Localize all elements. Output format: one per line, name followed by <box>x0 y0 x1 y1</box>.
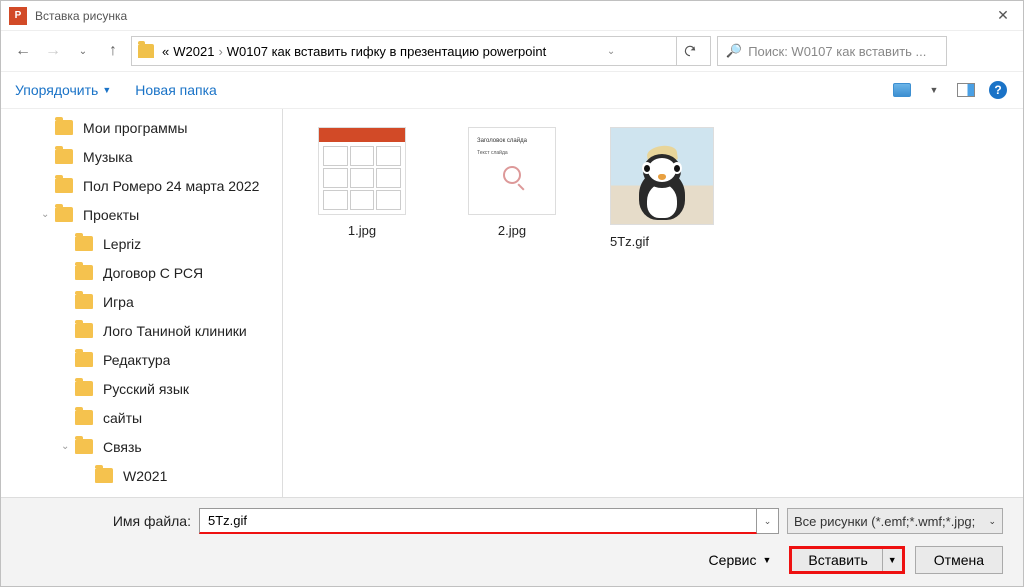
refresh-button[interactable] <box>676 37 704 65</box>
expand-caret-icon: ⌄ <box>61 441 73 452</box>
filter-label: Все рисунки (*.emf;*.wmf;*.jpg; <box>794 514 975 529</box>
tree-item-label: Lepriz <box>103 236 141 252</box>
close-button[interactable]: ✕ <box>991 4 1015 28</box>
title-bar: P Вставка рисунка ✕ <box>1 1 1023 31</box>
tree-item-label: W2021 <box>123 468 167 484</box>
tree-item-label: Редактура <box>103 352 170 368</box>
window-title: Вставка рисунка <box>35 9 991 23</box>
view-mode-button[interactable] <box>891 79 913 101</box>
insert-label: Вставить <box>808 552 881 568</box>
nav-bar: ← → ⌄ ↑ « W2021 › W0107 как вставить гиф… <box>1 31 1023 71</box>
tree-item-label: сайты <box>103 410 142 426</box>
refresh-icon <box>683 44 697 58</box>
help-button[interactable]: ? <box>987 79 1009 101</box>
forward-button[interactable]: → <box>41 39 65 63</box>
insert-button[interactable]: Вставить ▼ <box>789 546 904 574</box>
folder-icon <box>55 149 73 164</box>
view-mode-dropdown[interactable]: ▼ <box>923 79 945 101</box>
breadcrumb-prefix: « <box>162 44 169 59</box>
tree-item-label: Музыка <box>83 149 133 165</box>
tree-item[interactable]: Русский язык <box>1 374 282 403</box>
folder-icon <box>75 352 93 367</box>
file-name-label: 2.jpg <box>498 223 526 238</box>
thumbnail-view-icon <box>893 83 911 97</box>
organize-label: Упорядочить <box>15 82 98 98</box>
tree-item-label: Связь <box>103 439 142 455</box>
folder-tree[interactable]: Мои программы Музыка Пол Ромеро 24 марта 2… <box>1 109 283 497</box>
folder-icon <box>75 236 93 251</box>
folder-icon <box>55 207 73 222</box>
tree-item[interactable]: Мои программы <box>1 113 282 142</box>
folder-icon <box>95 468 113 483</box>
folder-icon <box>138 44 154 58</box>
tree-item[interactable]: Пол Ромеро 24 марта 2022 <box>1 171 282 200</box>
help-icon: ? <box>989 81 1007 99</box>
file-type-filter[interactable]: Все рисунки (*.emf;*.wmf;*.jpg; ⌄ <box>787 508 1003 534</box>
dialog-window: P Вставка рисунка ✕ ← → ⌄ ↑ « W2021 › W0… <box>0 0 1024 587</box>
main-area: Мои программы Музыка Пол Ромеро 24 марта 2… <box>1 109 1023 497</box>
folder-icon <box>75 294 93 309</box>
search-placeholder: Поиск: W0107 как вставить ... <box>748 44 938 59</box>
tree-item[interactable]: Лого Таниной клиники <box>1 316 282 345</box>
address-bar[interactable]: « W2021 › W0107 как вставить гифку в пре… <box>131 36 711 66</box>
tree-item-label: Игра <box>103 294 134 310</box>
folder-icon <box>75 265 93 280</box>
tree-item[interactable]: ⌄ Проекты <box>1 200 282 229</box>
folder-icon <box>55 178 73 193</box>
toolbar: Упорядочить ▼ Новая папка ▼ ? <box>1 71 1023 109</box>
insert-dropdown[interactable]: ▼ <box>882 549 902 571</box>
expand-caret-icon: ⌄ <box>41 209 53 220</box>
tree-item-label: Проекты <box>83 207 139 223</box>
tree-item[interactable]: Музыка <box>1 142 282 171</box>
tree-item-label: Договор С РСЯ <box>103 265 203 281</box>
file-item[interactable]: 5Tz.gif <box>607 127 717 251</box>
powerpoint-icon: P <box>9 7 27 25</box>
tree-item[interactable]: ⌄ Связь <box>1 432 282 461</box>
tree-item[interactable]: сайты <box>1 403 282 432</box>
folder-icon <box>55 120 73 135</box>
folder-icon <box>75 381 93 396</box>
organize-button[interactable]: Упорядочить ▼ <box>15 82 111 98</box>
service-button[interactable]: Сервис ▼ <box>709 552 772 568</box>
tree-item[interactable]: W2021 <box>1 461 282 490</box>
back-button[interactable]: ← <box>11 39 35 63</box>
preview-pane-button[interactable] <box>955 79 977 101</box>
tree-item[interactable]: Игра <box>1 287 282 316</box>
file-name-label: 1.jpg <box>348 223 376 238</box>
chevron-down-icon: ▼ <box>763 555 772 565</box>
folder-icon <box>75 410 93 425</box>
file-name-label: 5Tz.gif <box>610 234 649 249</box>
breadcrumb-segment[interactable]: W0107 как вставить гифку в презентацию p… <box>227 44 546 59</box>
tree-item[interactable]: Договор С РСЯ <box>1 258 282 287</box>
new-folder-button[interactable]: Новая папка <box>135 82 217 98</box>
tree-item-label: Мои программы <box>83 120 187 136</box>
service-label: Сервис <box>709 552 757 568</box>
tree-item-label: Пол Ромеро 24 марта 2022 <box>83 178 259 194</box>
up-button[interactable]: ↑ <box>101 39 125 63</box>
tree-item-label: Русский язык <box>103 381 189 397</box>
tree-item-label: Лого Таниной клиники <box>103 323 247 339</box>
tree-item[interactable]: Lepriz <box>1 229 282 258</box>
search-icon: 🔍 <box>726 43 742 59</box>
address-dropdown[interactable]: ⌄ <box>601 46 621 57</box>
search-input[interactable]: 🔍 Поиск: W0107 как вставить ... <box>717 36 947 66</box>
filename-input[interactable] <box>199 508 757 534</box>
breadcrumb-segment[interactable]: W2021 <box>173 44 214 59</box>
file-item[interactable]: 1.jpg <box>307 127 417 238</box>
filename-label: Имя файла: <box>21 513 191 529</box>
chevron-right-icon: › <box>218 44 222 59</box>
folder-icon <box>75 439 93 454</box>
file-item[interactable]: Заголовок слайдаТекст слайда2.jpg <box>457 127 567 238</box>
chevron-down-icon: ⌄ <box>988 516 996 527</box>
chevron-down-icon: ▼ <box>102 85 111 95</box>
bottom-panel: Имя файла: ⌄ Все рисунки (*.emf;*.wmf;*.… <box>1 497 1023 586</box>
folder-icon <box>75 323 93 338</box>
preview-pane-icon <box>957 83 975 97</box>
recent-locations-dropdown[interactable]: ⌄ <box>71 39 95 63</box>
cancel-button[interactable]: Отмена <box>915 546 1003 574</box>
tree-item[interactable]: Редактура <box>1 345 282 374</box>
filename-dropdown[interactable]: ⌄ <box>757 508 779 534</box>
file-list[interactable]: 1.jpg Заголовок слайдаТекст слайда2.jpg 5T… <box>283 109 1023 497</box>
